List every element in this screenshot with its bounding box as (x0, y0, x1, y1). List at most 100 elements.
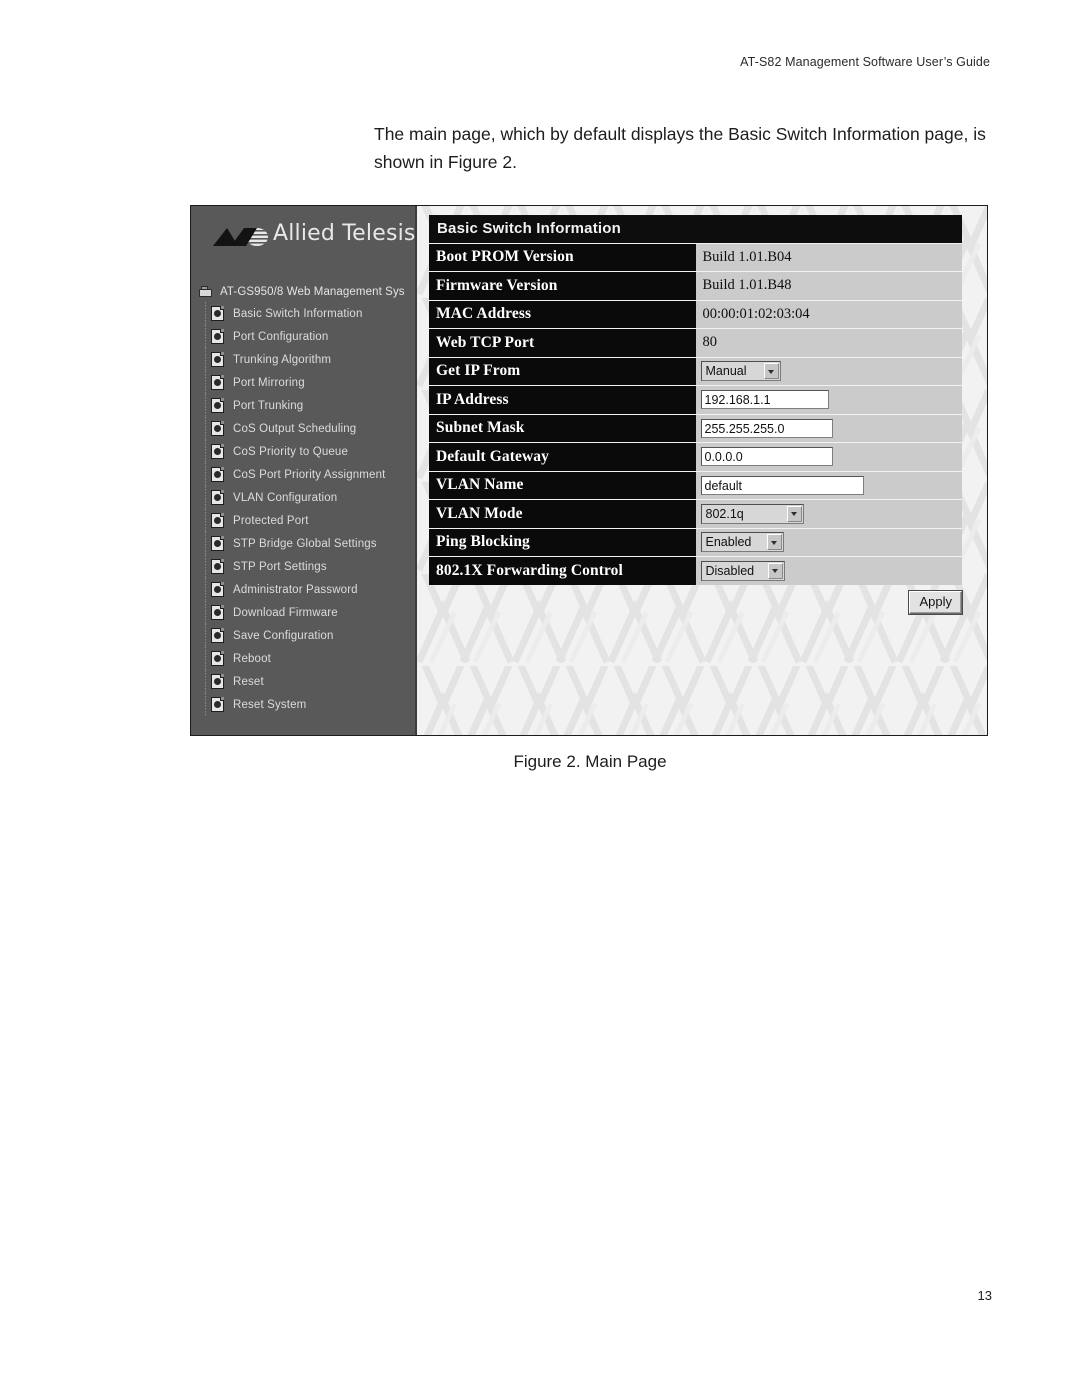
sidebar-item-cos-output-scheduling[interactable]: CoS Output Scheduling (191, 417, 415, 440)
page-icon (211, 467, 224, 482)
sidebar-item-label: Reset System (233, 698, 307, 711)
figure-caption: Figure 2. Main Page (513, 752, 667, 771)
row-label: Subnet Mask (429, 413, 696, 443)
page-icon (211, 352, 224, 367)
panel-title: Basic Switch Information (429, 215, 962, 243)
body-paragraph: The main page, which by default displays… (374, 124, 986, 172)
sidebar-item-protected-port[interactable]: Protected Port (191, 509, 415, 532)
row-value-cell: Disabled (695, 556, 962, 585)
allied-telesis-wedge-logo (213, 226, 269, 248)
row-label: Firmware Version (429, 271, 696, 300)
sidebar-item-label: Port Trunking (233, 399, 304, 412)
sidebar-item-label: Port Configuration (233, 330, 329, 343)
sidebar-item-stp-bridge-global-settings[interactable]: STP Bridge Global Settings (191, 532, 415, 555)
sidebar-item-reset-system[interactable]: Reset System (191, 693, 415, 716)
row-label: Get IP From (429, 356, 696, 386)
chevron-down-icon[interactable] (763, 363, 779, 380)
row-value-cell: Build 1.01.B48 (695, 271, 962, 300)
page-icon (211, 513, 224, 528)
row-value-cell: Enabled (695, 527, 962, 557)
chevron-down-icon[interactable] (766, 534, 782, 551)
sidebar-item-cos-priority-to-queue[interactable]: CoS Priority to Queue (191, 440, 415, 463)
web-ui-sidebar: Allied Telesis AT-GS950/8 Web Management… (191, 206, 417, 735)
sidebar-item-label: Basic Switch Information (233, 307, 363, 320)
sidebar-item-stp-port-settings[interactable]: STP Port Settings (191, 555, 415, 578)
page-icon (211, 582, 224, 597)
table-row: VLAN Name default (429, 470, 962, 500)
sidebar-item-trunking-algorithm[interactable]: Trunking Algorithm (191, 348, 415, 371)
navigation-tree: AT-GS950/8 Web Management Sys Basic Swit… (191, 268, 415, 716)
row-value-cell: Build 1.01.B04 (695, 242, 962, 272)
sidebar-item-cos-port-priority-assignment[interactable]: CoS Port Priority Assignment (191, 463, 415, 486)
page-icon (211, 605, 224, 620)
row-label: VLAN Name (429, 470, 696, 500)
page-icon (211, 398, 224, 413)
input-ip-address[interactable]: 192.168.1.1 (700, 390, 829, 410)
table-row: IP Address 192.168.1.1 (429, 385, 962, 414)
table-row: Subnet Mask 255.255.255.0 (429, 413, 962, 443)
select-value: Disabled (705, 563, 755, 578)
figure-main-page-screenshot: Allied Telesis AT-GS950/8 Web Management… (190, 205, 988, 736)
document-running-header: AT-S82 Management Software User’s Guide (740, 55, 990, 69)
input-vlan-name[interactable]: default (700, 475, 864, 495)
table-row: Firmware Version Build 1.01.B48 (429, 271, 962, 300)
sidebar-item-label: Reset (233, 675, 264, 688)
select-value: Manual (705, 364, 747, 379)
row-value-cell: 00:00:01:02:03:04 (695, 299, 962, 329)
select-value: 802.1q (705, 506, 744, 521)
page-icon (211, 444, 224, 459)
chevron-down-icon[interactable] (786, 505, 802, 522)
row-value-cell: 80 (695, 328, 962, 357)
apply-button[interactable]: Apply (909, 590, 962, 614)
sidebar-item-port-mirroring[interactable]: Port Mirroring (191, 371, 415, 394)
sidebar-item-label: CoS Priority to Queue (233, 445, 349, 458)
sidebar-item-download-firmware[interactable]: Download Firmware (191, 601, 415, 624)
page-number: 13 (977, 1288, 992, 1303)
sidebar-item-label: CoS Output Scheduling (233, 422, 357, 435)
table-row: MAC Address 00:00:01:02:03:04 (429, 299, 962, 329)
sidebar-item-port-configuration[interactable]: Port Configuration (191, 325, 415, 348)
chevron-down-icon[interactable] (767, 562, 783, 579)
table-row: 802.1X Forwarding Control Disabled (429, 556, 962, 585)
input-subnet-mask[interactable]: 255.255.255.0 (700, 418, 833, 438)
web-ui-content-panel: Basic Switch Information Boot PROM Versi… (417, 206, 987, 735)
tree-root-label: AT-GS950/8 Web Management Sys (220, 286, 405, 298)
sidebar-item-vlan-configuration[interactable]: VLAN Configuration (191, 486, 415, 509)
sidebar-item-label: Save Configuration (233, 629, 334, 642)
sidebar-item-port-trunking[interactable]: Port Trunking (191, 394, 415, 417)
select-vlan-mode[interactable]: 802.1q (700, 503, 804, 524)
table-row: Web TCP Port 80 (429, 328, 962, 357)
row-value-cell: 255.255.255.0 (695, 413, 962, 443)
row-label: MAC Address (429, 299, 696, 329)
input-default-gateway[interactable]: 0.0.0.0 (700, 447, 833, 467)
sidebar-item-label: VLAN Configuration (233, 491, 338, 504)
row-value-cell: 0.0.0.0 (695, 442, 962, 471)
page-icon (211, 559, 224, 574)
row-label: Default Gateway (429, 442, 696, 471)
table-row: Get IP From Manual (429, 356, 962, 386)
sidebar-item-label: Port Mirroring (233, 376, 305, 389)
page-icon (211, 306, 224, 321)
page-icon (211, 628, 224, 643)
brand-logo-text: Allied Telesis (273, 221, 416, 246)
sidebar-item-label: STP Bridge Global Settings (233, 537, 377, 550)
switch-device-icon (199, 286, 213, 298)
sidebar-item-reset[interactable]: Reset (191, 670, 415, 693)
select-value: Enabled (705, 535, 752, 550)
select-get-ip-from[interactable]: Manual (700, 361, 781, 382)
select-802-1x-forwarding-control[interactable]: Disabled (700, 560, 785, 581)
row-value-cell: 192.168.1.1 (695, 385, 962, 414)
table-row: VLAN Mode 802.1q (429, 499, 962, 528)
sidebar-item-save-configuration[interactable]: Save Configuration (191, 624, 415, 647)
tree-root-node[interactable]: AT-GS950/8 Web Management Sys (191, 282, 415, 302)
sidebar-item-reboot[interactable]: Reboot (191, 647, 415, 670)
sidebar-item-label: Administrator Password (233, 583, 358, 596)
sidebar-item-basic-switch-information[interactable]: Basic Switch Information (191, 302, 415, 325)
page-icon (211, 536, 224, 551)
page-icon (211, 490, 224, 505)
row-value-cell: Manual (695, 356, 962, 386)
select-ping-blocking[interactable]: Enabled (700, 532, 784, 553)
table-row: Boot PROM Version Build 1.01.B04 (429, 242, 962, 272)
row-label: Ping Blocking (429, 527, 696, 557)
sidebar-item-administrator-password[interactable]: Administrator Password (191, 578, 415, 601)
